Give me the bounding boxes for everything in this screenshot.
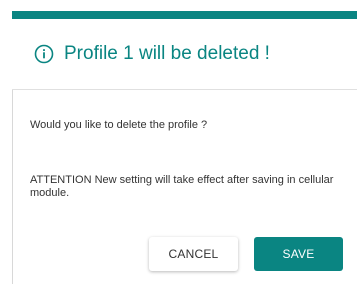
dialog-accent-bar	[12, 11, 357, 19]
info-icon	[34, 44, 54, 64]
dialog-title: Profile 1 will be deleted !	[64, 43, 270, 64]
dialog-header: Profile 1 will be deleted !	[12, 19, 357, 89]
attention-message: ATTENTION New setting will take effect a…	[30, 174, 334, 199]
save-button[interactable]: SAVE	[254, 237, 343, 271]
cancel-button[interactable]: CANCEL	[149, 237, 238, 271]
page: Profile 1 will be deleted ! Would you li…	[0, 0, 357, 284]
confirm-question: Would you like to delete the profile ?	[30, 119, 208, 131]
dialog-left-border	[12, 90, 13, 284]
header-divider	[12, 89, 357, 90]
delete-profile-dialog: Profile 1 will be deleted ! Would you li…	[12, 0, 357, 284]
